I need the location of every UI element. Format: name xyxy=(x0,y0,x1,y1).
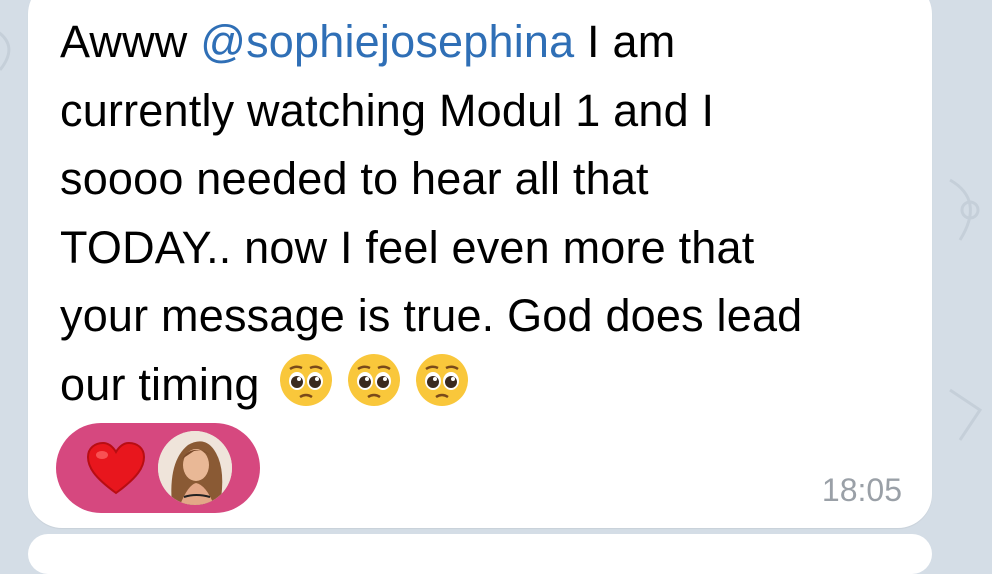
doodle-left-icon xyxy=(0,31,11,71)
doodle-right-icon xyxy=(949,178,980,241)
mention-link[interactable]: @sophiejosephina xyxy=(200,16,574,67)
pleading-face-icon xyxy=(348,353,401,406)
avatar-image xyxy=(158,431,232,505)
message-text: Awww @sophiejosephina I am currently wat… xyxy=(60,8,920,419)
message-time: 18:05 xyxy=(821,472,902,508)
message-line-3: soooo needed to hear all that xyxy=(60,153,649,204)
avatar[interactable] xyxy=(158,431,232,505)
pleading-face-icon xyxy=(280,353,333,406)
reaction-pill[interactable] xyxy=(56,423,260,513)
message-line-6-text: our timing xyxy=(60,358,260,410)
message-intro: Awww xyxy=(60,16,201,67)
next-message-bubble[interactable] xyxy=(28,534,932,574)
doodle-right2-icon xyxy=(949,388,983,441)
pleading-face-icon xyxy=(416,353,469,406)
message-line-6: our timing xyxy=(60,351,920,420)
heart-icon xyxy=(86,441,146,495)
message-line-5: your message is true. God does lead xyxy=(60,290,803,341)
message-line-1-rest: I am xyxy=(574,16,676,67)
message-line-1: Awww @sophiejosephina I am xyxy=(60,8,920,77)
message-line-2: currently watching Modul 1 and I xyxy=(60,84,715,136)
message-line-4: TODAY.. now I feel even more that xyxy=(60,221,755,273)
